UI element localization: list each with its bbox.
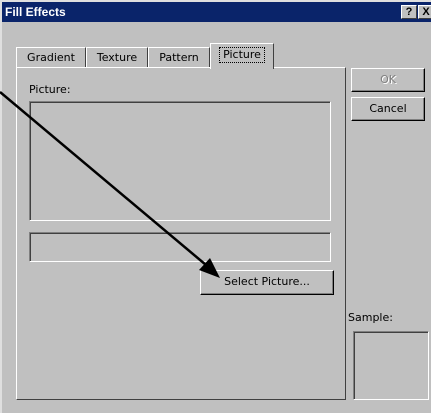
picture-preview-box [29, 101, 331, 221]
tab-pattern-label: Pattern [159, 51, 199, 64]
select-picture-label: Select Picture... [224, 275, 310, 288]
sample-label: Sample: [348, 311, 393, 324]
tab-pattern[interactable]: Pattern [148, 47, 210, 68]
tab-texture[interactable]: Texture [86, 47, 148, 68]
select-picture-button[interactable]: Select Picture... [200, 270, 334, 295]
title-bar[interactable]: Fill Effects ? X [2, 2, 431, 22]
cancel-button[interactable]: Cancel [351, 97, 425, 121]
picture-tab-panel: Picture: Select Picture... [16, 67, 346, 400]
picture-filename-field [29, 232, 331, 262]
tab-gradient-label: Gradient [27, 51, 75, 64]
tab-texture-label: Texture [96, 51, 138, 64]
tab-picture-label: Picture [219, 47, 265, 63]
sample-preview-box [353, 331, 429, 400]
help-button[interactable]: ? [401, 5, 417, 19]
close-button[interactable]: X [418, 5, 431, 19]
picture-label: Picture: [29, 83, 71, 96]
ok-button[interactable]: OK [351, 68, 425, 92]
tab-gradient[interactable]: Gradient [16, 47, 86, 68]
tab-picture[interactable]: Picture [210, 43, 274, 69]
dialog-title: Fill Effects [5, 5, 66, 19]
fill-effects-dialog: Fill Effects ? X Gradient Texture Patter… [0, 0, 431, 413]
